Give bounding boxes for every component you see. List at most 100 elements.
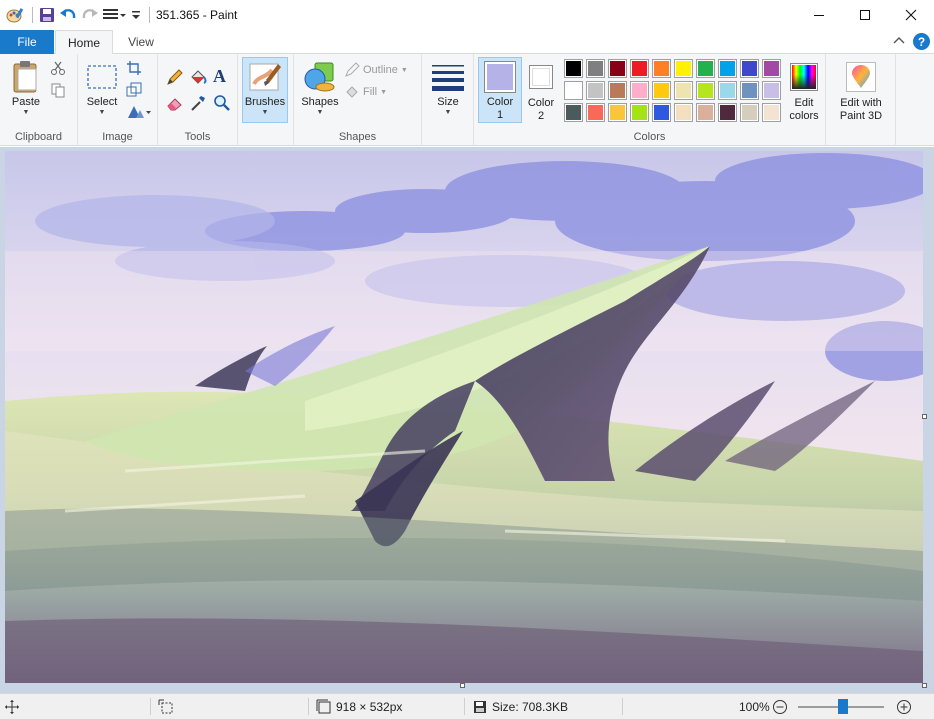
palette-swatch-color: [632, 105, 647, 120]
pencil-icon[interactable]: [166, 68, 184, 86]
zoom-slider-thumb[interactable]: [838, 699, 848, 714]
palette-swatch[interactable]: [674, 59, 693, 78]
minimize-button[interactable]: [796, 0, 842, 30]
palette-swatch[interactable]: [608, 59, 627, 78]
palette-swatch[interactable]: [718, 103, 737, 122]
palette-swatch[interactable]: [652, 59, 671, 78]
colors-group-label: Colors: [633, 131, 666, 143]
cursor-position-icon: [4, 694, 20, 719]
scissors-icon[interactable]: [50, 60, 66, 76]
undo-icon[interactable]: [59, 4, 77, 26]
palette-swatch[interactable]: [762, 59, 781, 78]
palette-swatch[interactable]: [740, 81, 759, 100]
image-dimensions-text: 918 × 532px: [336, 699, 403, 714]
shapes-label: Shapes: [301, 96, 339, 108]
palette-swatch-color: [588, 83, 603, 98]
palette-swatch-color: [610, 61, 625, 76]
eraser-icon[interactable]: [166, 94, 184, 112]
color-picker-icon[interactable]: [189, 94, 207, 112]
palette-swatch[interactable]: [630, 59, 649, 78]
palette-swatch[interactable]: [718, 81, 737, 100]
palette-swatch[interactable]: [696, 59, 715, 78]
zoom-out-button[interactable]: [772, 694, 788, 719]
palette-swatch[interactable]: [564, 103, 583, 122]
palette-swatch[interactable]: [652, 81, 671, 100]
collapse-ribbon-icon[interactable]: [893, 35, 905, 49]
palette-swatch-color: [764, 105, 779, 120]
copy-icon[interactable]: [50, 82, 66, 98]
text-icon[interactable]: A: [213, 66, 226, 87]
palette-swatch[interactable]: [652, 103, 671, 122]
select-button[interactable]: Select ▼: [82, 58, 122, 126]
palette-swatch[interactable]: [608, 103, 627, 122]
palette-swatch[interactable]: [564, 81, 583, 100]
palette-swatch[interactable]: [586, 59, 605, 78]
fill-bucket-icon[interactable]: [189, 68, 207, 86]
brush-icon: [248, 58, 282, 96]
rotate-icon[interactable]: [126, 104, 152, 120]
zoom-in-button[interactable]: [896, 694, 912, 719]
palette-swatch[interactable]: [630, 103, 649, 122]
palette-swatch[interactable]: [740, 59, 759, 78]
redo-icon[interactable]: [81, 4, 99, 26]
size-button[interactable]: Size ▼: [426, 58, 470, 126]
magnifier-icon[interactable]: [213, 94, 231, 112]
fill-button[interactable]: Fill ▼: [344, 84, 387, 100]
edit-with-paint3d-button[interactable]: Edit with Paint 3D: [832, 57, 890, 123]
maximize-button[interactable]: [842, 0, 888, 30]
canvas-workspace[interactable]: [0, 147, 934, 693]
shapes-button[interactable]: Shapes ▼: [298, 58, 342, 126]
select-dropdown-icon: ▼: [98, 109, 106, 116]
zoom-slider[interactable]: [798, 694, 884, 719]
palette-swatch-color: [610, 105, 625, 120]
resize-handle-bottom[interactable]: [460, 683, 465, 688]
color2-number: 2: [537, 110, 545, 122]
palette-swatch[interactable]: [762, 81, 781, 100]
palette-swatch[interactable]: [718, 59, 737, 78]
image-size-icon: [316, 699, 331, 713]
palette-swatch[interactable]: [608, 81, 627, 100]
palette-swatch[interactable]: [586, 81, 605, 100]
select-rect-icon: [86, 58, 118, 96]
qa-dropdown-icon[interactable]: [131, 4, 141, 26]
zoom-level: 100%: [739, 699, 770, 714]
palette-swatch[interactable]: [740, 103, 759, 122]
resize-handle-corner[interactable]: [922, 683, 927, 688]
tab-file[interactable]: File: [0, 30, 54, 54]
palette-swatch[interactable]: [674, 103, 693, 122]
tab-home[interactable]: Home: [55, 30, 113, 55]
paint3d-icon: [846, 57, 876, 97]
size-label: Size: [437, 96, 459, 108]
resize-icon[interactable]: [126, 82, 142, 98]
close-button[interactable]: [888, 0, 934, 30]
paste-button[interactable]: Paste ▼: [6, 58, 46, 126]
palette-swatch[interactable]: [630, 81, 649, 100]
customize-qa-icon[interactable]: [103, 4, 127, 26]
save-icon[interactable]: [39, 4, 55, 26]
tab-view[interactable]: View: [116, 30, 166, 54]
shapes-group: Shapes ▼ Outline ▼ Fill ▼ Shapes: [294, 54, 422, 146]
file-size-text: Size: 708.3KB: [492, 699, 569, 714]
resize-handle-right[interactable]: [922, 414, 927, 419]
color1-button[interactable]: Color 1: [478, 57, 522, 123]
qa-separator: [32, 7, 33, 23]
crop-icon[interactable]: [126, 60, 142, 76]
help-icon[interactable]: ?: [913, 33, 930, 50]
paint3d-group: Edit with Paint 3D: [826, 54, 896, 146]
zoom-out-icon: [773, 699, 787, 714]
outline-button[interactable]: Outline ▼: [344, 62, 408, 78]
edit-colors-button[interactable]: Edit colors: [784, 57, 824, 123]
brushes-button[interactable]: Brushes ▼: [242, 57, 288, 123]
palette-swatch[interactable]: [564, 59, 583, 78]
clipboard-icon: [11, 58, 41, 96]
color2-button[interactable]: Color 2: [524, 57, 558, 123]
paste-label: Paste: [11, 96, 41, 108]
paint-app-icon[interactable]: [6, 4, 24, 26]
palette-swatch[interactable]: [762, 103, 781, 122]
palette-swatch[interactable]: [696, 81, 715, 100]
palette-swatch[interactable]: [674, 81, 693, 100]
palette-swatch[interactable]: [696, 103, 715, 122]
landscape-painting: [5, 151, 923, 683]
palette-swatch[interactable]: [586, 103, 605, 122]
painting-canvas[interactable]: [5, 151, 923, 683]
